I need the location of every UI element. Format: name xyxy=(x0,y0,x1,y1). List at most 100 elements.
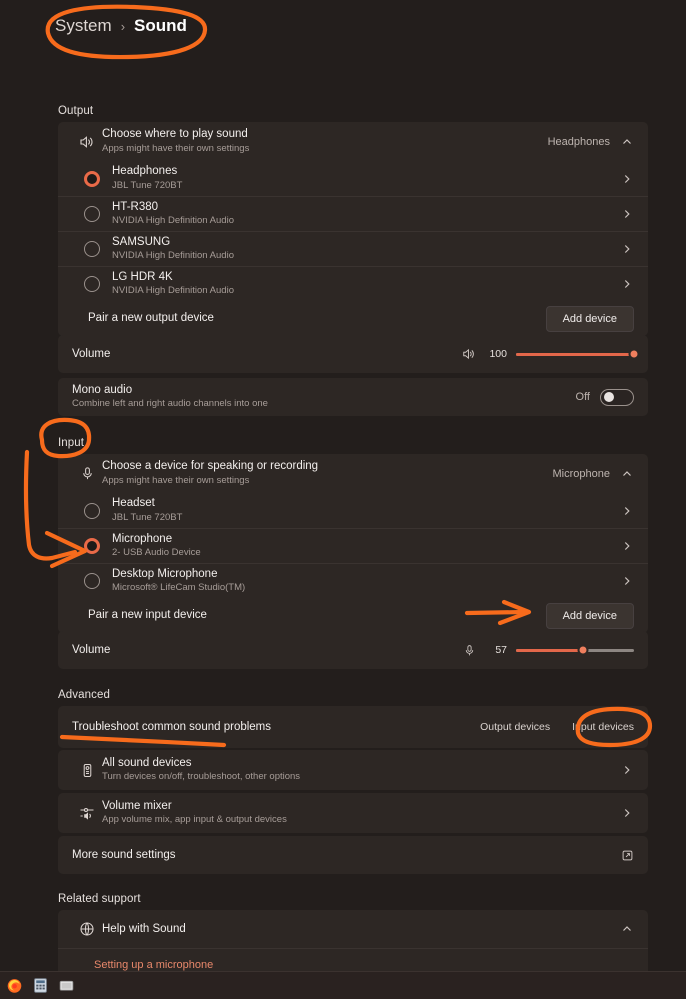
input-volume-value: 57 xyxy=(495,644,507,656)
output-card: Choose where to play sound Apps might ha… xyxy=(58,122,648,336)
output-chooser-right: Headphones xyxy=(548,135,634,149)
calculator-icon[interactable] xyxy=(30,976,50,996)
output-device-name: SAMSUNG xyxy=(112,235,171,248)
volume-mixer-row[interactable]: Volume mixer App volume mix, app input &… xyxy=(58,793,648,833)
all-sound-devices-row[interactable]: All sound devices Turn devices on/off, t… xyxy=(58,750,648,790)
input-device-row[interactable]: Desktop Microphone Microsoft® LifeCam Stu… xyxy=(58,563,648,598)
window-icon[interactable] xyxy=(56,976,76,996)
chevron-right-icon[interactable] xyxy=(620,574,634,588)
input-card: Choose a device for speaking or recordin… xyxy=(58,454,648,633)
mixer-icon xyxy=(72,805,102,821)
globe-help-icon xyxy=(72,921,102,937)
chevron-right-icon[interactable] xyxy=(620,172,634,186)
output-volume-fill xyxy=(516,352,634,356)
output-chooser-value: Headphones xyxy=(547,135,610,148)
output-section-label: Output xyxy=(58,105,94,117)
mono-audio-title: Mono audio xyxy=(72,383,133,396)
help-with-sound-title: Help with Sound xyxy=(102,922,186,935)
radio-unselected[interactable] xyxy=(84,573,100,589)
radio-unselected[interactable] xyxy=(84,241,100,257)
input-device-detail: JBL Tune 720BT xyxy=(112,511,183,523)
output-add-device-button[interactable]: Add device xyxy=(545,305,634,332)
troubleshoot-links: Output devices Input devices xyxy=(480,721,634,733)
mono-audio-text: Mono audio Combine left and right audio … xyxy=(72,383,576,411)
output-device-detail: NVIDIA High Definition Audio xyxy=(112,215,234,227)
input-device-row[interactable]: Headset JBL Tune 720BT xyxy=(58,493,648,528)
input-device-row[interactable]: Microphone 2- USB Audio Device xyxy=(58,528,648,563)
more-sound-settings-text: More sound settings xyxy=(72,848,620,862)
chevron-right-icon[interactable] xyxy=(620,539,634,553)
speaker-icon xyxy=(462,347,476,361)
microphone-icon xyxy=(72,466,102,481)
troubleshoot-text: Troubleshoot common sound problems xyxy=(72,720,480,734)
settings-page: System › Sound Output Choose where to pl… xyxy=(0,0,686,980)
troubleshoot-output-devices-link[interactable]: Output devices xyxy=(480,721,550,733)
help-with-sound-row[interactable]: Help with Sound xyxy=(58,910,648,948)
mono-audio-toggle[interactable] xyxy=(600,388,634,406)
output-device-detail: JBL Tune 720BT xyxy=(112,179,183,191)
output-device-detail: NVIDIA High Definition Audio xyxy=(112,250,234,262)
output-pair-row: Pair a new output device Add device xyxy=(58,301,648,336)
input-pair-text: Pair a new input device xyxy=(88,608,546,622)
output-volume-track[interactable] xyxy=(516,348,640,360)
output-volume-text: Volume xyxy=(72,347,462,361)
chevron-up-icon[interactable] xyxy=(620,922,634,936)
volume-mixer-subtitle: App volume mix, app input & output devic… xyxy=(102,814,287,826)
output-device-row[interactable]: Headphones JBL Tune 720BT xyxy=(58,161,648,196)
troubleshoot-input-devices-link[interactable]: Input devices xyxy=(572,721,634,733)
firefox-icon[interactable] xyxy=(4,976,24,996)
radio-selected[interactable] xyxy=(84,170,100,187)
more-sound-settings-row[interactable]: More sound settings xyxy=(58,836,648,874)
all-sound-devices-card[interactable]: All sound devices Turn devices on/off, t… xyxy=(58,750,648,790)
input-volume-thumb[interactable] xyxy=(577,644,589,656)
radio-unselected[interactable] xyxy=(84,276,100,292)
radio-selected[interactable] xyxy=(84,538,100,554)
input-device-list: Headset JBL Tune 720BT Microphone 2- USB Au… xyxy=(58,493,648,598)
input-volume-slider[interactable]: 57 xyxy=(462,643,634,657)
input-chooser-right: Microphone xyxy=(553,467,634,481)
input-device-text: Headset JBL Tune 720BT xyxy=(112,496,620,524)
support-link-setting-up-microphone[interactable]: Setting up a microphone xyxy=(94,959,213,971)
output-pair-label: Pair a new output device xyxy=(88,312,214,325)
troubleshoot-title: Troubleshoot common sound problems xyxy=(72,720,272,733)
input-chooser-row[interactable]: Choose a device for speaking or recordin… xyxy=(58,454,648,493)
output-pair-text: Pair a new output device xyxy=(88,311,546,325)
output-device-row[interactable]: LG HDR 4K NVIDIA High Definition Audio xyxy=(58,266,648,301)
mono-audio-card: Mono audio Combine left and right audio … xyxy=(58,378,648,416)
chevron-right-icon[interactable] xyxy=(620,277,634,291)
input-volume-track[interactable] xyxy=(516,644,634,656)
external-link-icon[interactable] xyxy=(620,848,634,862)
chevron-right-icon[interactable] xyxy=(620,806,634,820)
mono-audio-state: Off xyxy=(575,391,590,403)
microphone-icon xyxy=(462,643,476,657)
output-volume-thumb[interactable] xyxy=(628,348,640,360)
breadcrumb-system[interactable]: System xyxy=(55,16,112,36)
output-device-row[interactable]: HT-R380 NVIDIA High Definition Audio xyxy=(58,196,648,231)
input-volume-card: Volume 57 xyxy=(58,631,648,669)
radio-unselected[interactable] xyxy=(84,502,100,519)
related-support-card: Help with Sound Setting up a microphone xyxy=(58,910,648,980)
input-device-name: Headset xyxy=(112,497,155,510)
volume-mixer-title: Volume mixer xyxy=(102,799,172,812)
chevron-right-icon[interactable] xyxy=(620,504,634,518)
help-with-sound-text: Help with Sound xyxy=(102,922,620,936)
input-device-detail: 2- USB Audio Device xyxy=(112,547,201,559)
output-volume-slider[interactable]: 100 xyxy=(462,347,640,361)
mono-audio-row: Mono audio Combine left and right audio … xyxy=(58,378,648,416)
all-sound-devices-subtitle: Turn devices on/off, troubleshoot, other… xyxy=(102,771,301,783)
chevron-up-icon[interactable] xyxy=(620,135,634,149)
more-sound-settings-card[interactable]: More sound settings xyxy=(58,836,648,874)
input-add-device-button[interactable]: Add device xyxy=(545,602,634,629)
output-chooser-row[interactable]: Choose where to play sound Apps might ha… xyxy=(58,122,648,161)
input-section-label: Input xyxy=(58,437,85,449)
chevron-right-icon[interactable] xyxy=(620,763,634,777)
volume-mixer-card[interactable]: Volume mixer App volume mix, app input &… xyxy=(58,793,648,833)
chevron-up-icon[interactable] xyxy=(620,467,634,481)
input-pair-label: Pair a new input device xyxy=(88,609,207,622)
chevron-right-icon[interactable] xyxy=(620,207,634,221)
output-device-row[interactable]: SAMSUNG NVIDIA High Definition Audio xyxy=(58,231,648,266)
chevron-right-icon[interactable] xyxy=(620,242,634,256)
speaker-icon xyxy=(72,134,102,150)
radio-unselected[interactable] xyxy=(84,206,100,222)
input-volume-text: Volume xyxy=(72,643,462,657)
